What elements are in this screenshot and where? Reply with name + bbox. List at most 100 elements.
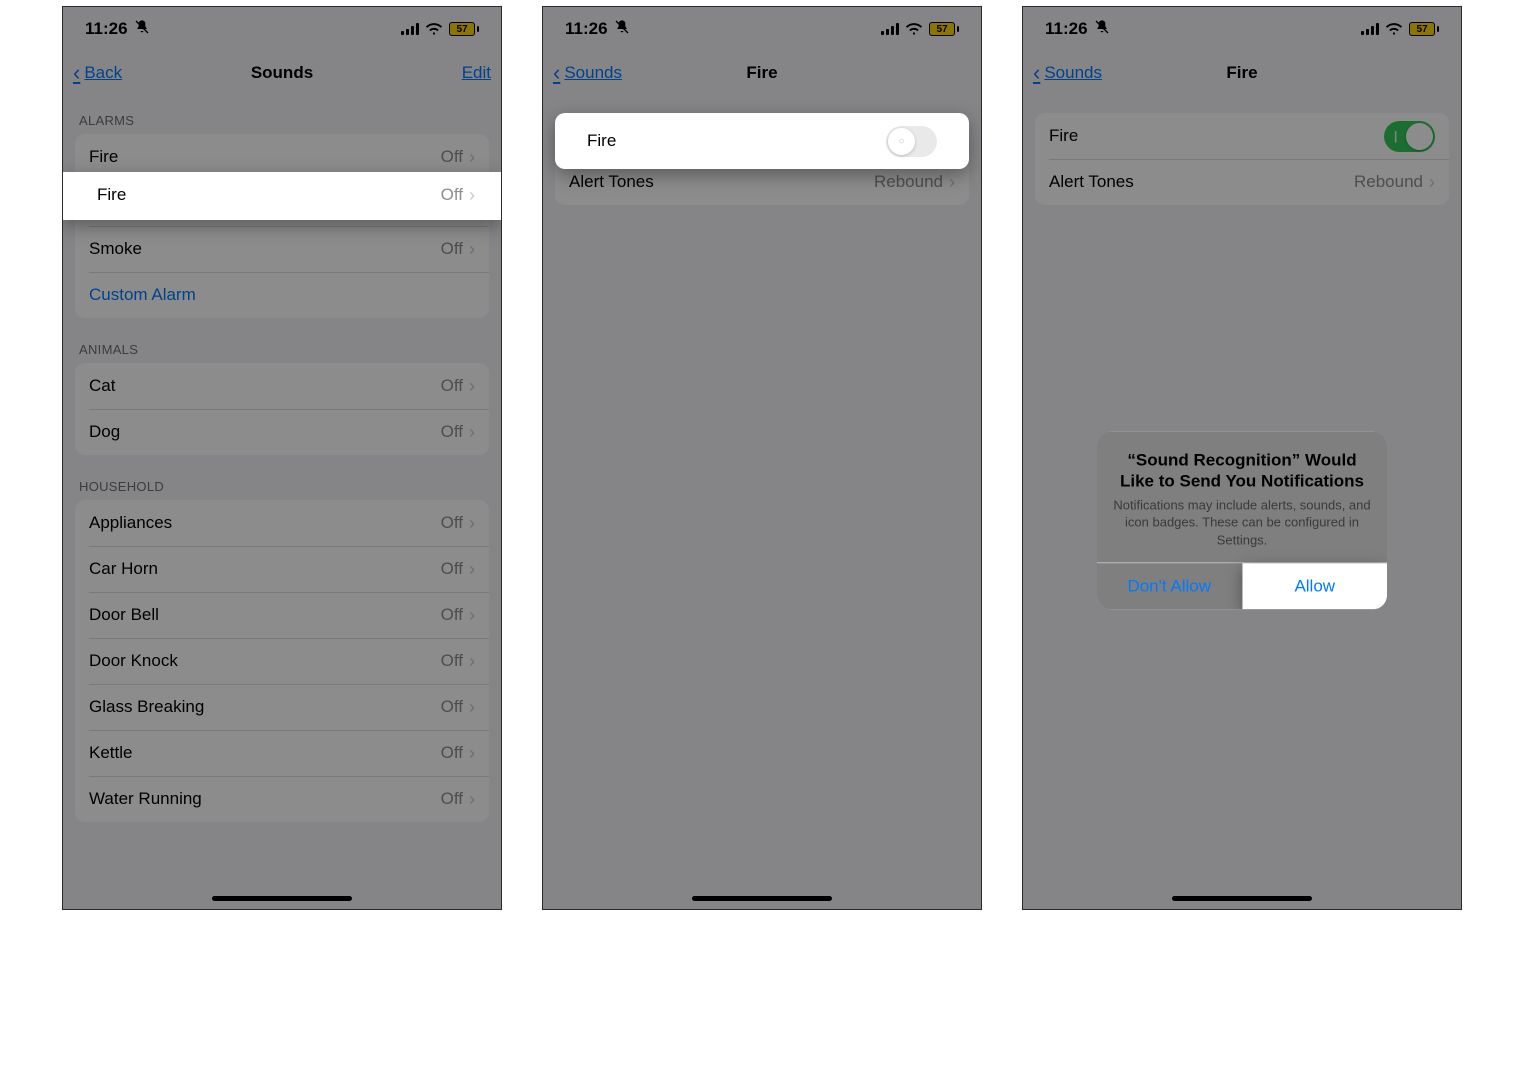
fire-settings-group: Fire Alert Tones Rebound › [1035, 113, 1449, 205]
status-time: 11:26 [1045, 19, 1088, 39]
list-item-label: Door Knock [89, 651, 441, 671]
home-indicator[interactable] [212, 896, 352, 901]
list-item-value: Off [441, 185, 463, 205]
chevron-right-icon: › [469, 239, 475, 260]
wifi-icon [425, 22, 443, 36]
battery-icon: 57 [929, 22, 959, 36]
screenshot-2-fire-toggle-off: 11:26 57 ‹ Sounds Fire Fire ○ Aler [542, 6, 982, 910]
list-item-label: Fire [97, 185, 441, 205]
chevron-right-icon: › [469, 605, 475, 626]
household-group: Appliances Off › Car Horn Off › Door Bel… [75, 500, 489, 822]
chevron-right-icon: › [469, 185, 475, 206]
list-item-dog[interactable]: Dog Off › [75, 409, 489, 455]
list-item-value: Off [441, 789, 463, 809]
list-item-label: Door Bell [89, 605, 441, 625]
screenshot-1-sounds-list: 11:26 57 ‹ Back Sounds Edit ALARMS Fire … [62, 6, 502, 910]
chevron-right-icon: › [949, 172, 955, 193]
list-item-door-knock[interactable]: Door Knock Off › [75, 638, 489, 684]
cellular-signal-icon [1361, 23, 1379, 35]
nav-bar: ‹ Sounds Fire [1023, 51, 1461, 95]
list-item-value: Off [441, 743, 463, 763]
list-item-label: Cat [89, 376, 441, 396]
list-item-value: Off [441, 147, 463, 167]
status-time: 11:26 [85, 19, 128, 39]
list-item-glass-breaking[interactable]: Glass Breaking Off › [75, 684, 489, 730]
list-item-value: Off [441, 559, 463, 579]
list-item-cat[interactable]: Cat Off › [75, 363, 489, 409]
cellular-signal-icon [401, 23, 419, 35]
alert-title: “Sound Recognition” Would Like to Send Y… [1113, 449, 1371, 492]
list-item-value: Off [441, 697, 463, 717]
list-item-fire-highlighted[interactable]: Fire Off › [63, 172, 501, 218]
nav-bar: ‹ Sounds Fire [543, 51, 981, 95]
nav-bar: ‹ Back Sounds Edit [63, 51, 501, 95]
wifi-icon [1385, 22, 1403, 36]
page-title: Sounds [63, 63, 501, 83]
section-header-household: HOUSEHOLD [63, 455, 501, 500]
list-item-value: Off [441, 605, 463, 625]
status-bar: 11:26 57 [1023, 7, 1461, 51]
list-item-label: Car Horn [89, 559, 441, 579]
list-item-label: Alert Tones [569, 172, 874, 192]
list-item-value: Off [441, 651, 463, 671]
alert-tones-row[interactable]: Alert Tones Rebound › [1035, 159, 1449, 205]
list-item-value: Rebound [1354, 172, 1423, 192]
chevron-right-icon: › [469, 697, 475, 718]
list-item-custom-alarm[interactable]: Custom Alarm [75, 272, 489, 318]
list-item-label: Kettle [89, 743, 441, 763]
list-item-appliances[interactable]: Appliances Off › [75, 500, 489, 546]
alarms-group: Fire Off › Siren Off › Smoke Off › Custo… [75, 134, 489, 318]
list-item-value: Rebound [874, 172, 943, 192]
fire-toggle-row-highlighted[interactable]: Fire ○ [555, 113, 969, 169]
highlight-fire-row: Fire Off › [63, 172, 501, 220]
list-item-value: Off [441, 239, 463, 259]
list-item-label: Smoke [89, 239, 441, 259]
highlight-fire-toggle: Fire ○ [555, 113, 969, 169]
silent-mode-icon [1094, 19, 1110, 39]
notification-permission-alert: “Sound Recognition” Would Like to Send Y… [1097, 431, 1387, 609]
battery-icon: 57 [449, 22, 479, 36]
page-title: Fire [1023, 63, 1461, 83]
page-title: Fire [543, 63, 981, 83]
list-item-water-running[interactable]: Water Running Off › [75, 776, 489, 822]
home-indicator[interactable] [1172, 896, 1312, 901]
section-header-alarms: ALARMS [63, 95, 501, 134]
fire-toggle-on[interactable] [1384, 121, 1435, 152]
list-item-value: Off [441, 513, 463, 533]
screenshot-3-fire-alert: 11:26 57 ‹ Sounds Fire Fire Alert [1022, 6, 1462, 910]
list-item-kettle[interactable]: Kettle Off › [75, 730, 489, 776]
status-bar: 11:26 57 [543, 7, 981, 51]
list-item-label: Dog [89, 422, 441, 442]
status-bar: 11:26 57 [63, 7, 501, 51]
home-indicator[interactable] [692, 896, 832, 901]
cellular-signal-icon [881, 23, 899, 35]
status-time: 11:26 [565, 19, 608, 39]
fire-toggle[interactable]: ○ [886, 126, 937, 157]
toggle-label: Fire [1049, 126, 1384, 146]
list-item-label: Custom Alarm [89, 285, 475, 305]
section-header-animals: ANIMALS [63, 318, 501, 363]
list-item-label: Fire [89, 147, 441, 167]
dont-allow-button[interactable]: Don't Allow [1097, 563, 1242, 609]
chevron-right-icon: › [469, 147, 475, 168]
list-item-smoke[interactable]: Smoke Off › [75, 226, 489, 272]
list-item-value: Off [441, 376, 463, 396]
animals-group: Cat Off › Dog Off › [75, 363, 489, 455]
chevron-right-icon: › [469, 559, 475, 580]
chevron-right-icon: › [469, 651, 475, 672]
toggle-label: Fire [587, 131, 886, 151]
chevron-right-icon: › [469, 422, 475, 443]
chevron-right-icon: › [1429, 172, 1435, 193]
list-item-label: Water Running [89, 789, 441, 809]
list-item-value: Off [441, 422, 463, 442]
list-item-car-horn[interactable]: Car Horn Off › [75, 546, 489, 592]
list-item-door-bell[interactable]: Door Bell Off › [75, 592, 489, 638]
chevron-right-icon: › [469, 513, 475, 534]
list-item-label: Alert Tones [1049, 172, 1354, 192]
fire-toggle-row[interactable]: Fire [1035, 113, 1449, 159]
silent-mode-icon [614, 19, 630, 39]
chevron-right-icon: › [469, 376, 475, 397]
silent-mode-icon [134, 19, 150, 39]
list-item-label: Appliances [89, 513, 441, 533]
allow-button[interactable]: Allow [1242, 563, 1388, 609]
